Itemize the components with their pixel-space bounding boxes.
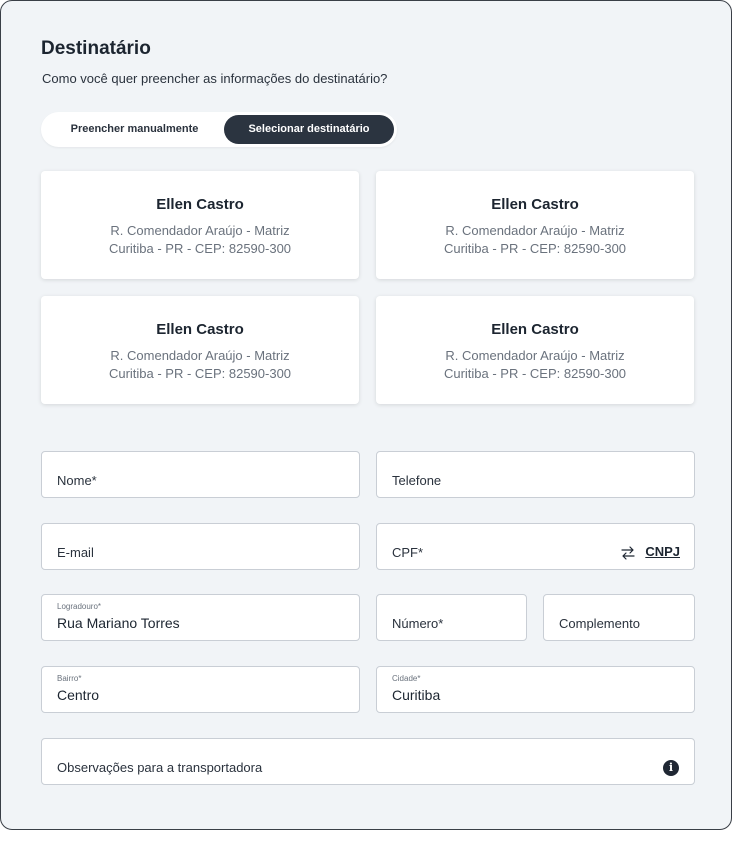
recipient-card[interactable]: Ellen Castro R. Comendador Araújo - Matr… <box>376 171 694 279</box>
swap-arrows-icon[interactable] <box>620 545 636 561</box>
recipient-city: Curitiba - PR - CEP: 82590-300 <box>108 241 292 256</box>
recipient-city: Curitiba - PR - CEP: 82590-300 <box>443 241 627 256</box>
bairro-value: Centro <box>57 687 100 703</box>
observacoes-placeholder: Observações para a transportadora <box>57 760 263 775</box>
nome-field[interactable]: Nome* <box>41 451 360 498</box>
recipient-city: Curitiba - PR - CEP: 82590-300 <box>108 366 292 381</box>
logradouro-label: Logradouro* <box>57 602 102 611</box>
numero-placeholder: Número* <box>392 616 444 631</box>
numero-field[interactable]: Número* <box>376 594 527 641</box>
cnpj-switch-link[interactable]: CNPJ <box>645 544 680 559</box>
recipient-name: Ellen Castro <box>491 321 579 338</box>
recipient-card[interactable]: Ellen Castro R. Comendador Araújo - Matr… <box>376 296 694 404</box>
nome-placeholder: Nome* <box>57 473 97 488</box>
cidade-value: Curitiba <box>392 687 441 703</box>
page-subtitle: Como você quer preencher as informações … <box>42 71 388 86</box>
recipient-street: R. Comendador Araújo - Matriz <box>445 348 625 363</box>
select-recipient-option[interactable]: Selecionar destinatário <box>224 115 394 144</box>
recipient-card[interactable]: Ellen Castro R. Comendador Araújo - Matr… <box>41 171 359 279</box>
email-field[interactable]: E-mail <box>41 523 360 570</box>
cidade-field[interactable]: Cidade* Curitiba <box>376 666 695 713</box>
cpf-field[interactable]: CPF* CNPJ <box>376 523 695 570</box>
email-placeholder: E-mail <box>57 545 94 560</box>
recipient-city: Curitiba - PR - CEP: 82590-300 <box>443 366 627 381</box>
telefone-placeholder: Telefone <box>392 473 442 488</box>
recipient-name: Ellen Castro <box>156 196 244 213</box>
info-icon[interactable]: i <box>663 760 679 776</box>
fill-mode-toggle: Preencher manualmente Selecionar destina… <box>41 112 397 147</box>
recipient-card[interactable]: Ellen Castro R. Comendador Araújo - Matr… <box>41 296 359 404</box>
recipient-street: R. Comendador Araújo - Matriz <box>110 223 290 238</box>
logradouro-value: Rua Mariano Torres <box>57 615 180 631</box>
recipient-street: R. Comendador Araújo - Matriz <box>110 348 290 363</box>
logradouro-field[interactable]: Logradouro* Rua Mariano Torres <box>41 594 360 641</box>
observacoes-field[interactable]: Observações para a transportadora i <box>41 738 695 785</box>
recipient-panel: Destinatário Como você quer preencher as… <box>0 0 732 830</box>
recipient-name: Ellen Castro <box>156 321 244 338</box>
cidade-label: Cidade* <box>392 674 421 683</box>
complemento-field[interactable]: Complemento <box>543 594 695 641</box>
complemento-placeholder: Complemento <box>559 616 640 631</box>
recipient-street: R. Comendador Araújo - Matriz <box>445 223 625 238</box>
cpf-placeholder: CPF* <box>392 545 424 560</box>
recipient-name: Ellen Castro <box>491 196 579 213</box>
page-title: Destinatário <box>41 38 151 59</box>
bairro-field[interactable]: Bairro* Centro <box>41 666 360 713</box>
manual-fill-option[interactable]: Preencher manualmente <box>47 115 222 144</box>
telefone-field[interactable]: Telefone <box>376 451 695 498</box>
bairro-label: Bairro* <box>57 674 82 683</box>
